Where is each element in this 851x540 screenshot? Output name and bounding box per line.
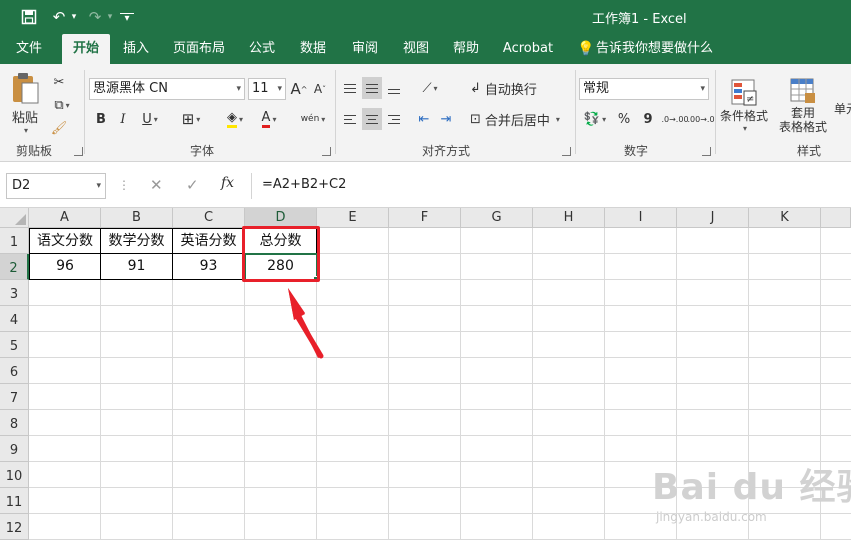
accounting-format-button[interactable]: 💱 ▾ [580, 108, 610, 130]
cut-icon[interactable]: ✂ [48, 72, 70, 92]
chevron-down-icon: ▾ [700, 84, 705, 94]
watermark-url: jingyan.baidu.com [656, 510, 767, 524]
currency-icon: 💱 [583, 111, 601, 127]
top-align-button[interactable] [340, 77, 360, 99]
fill-bucket-icon: ◈ [226, 110, 237, 128]
grow-font-button[interactable]: A ^ [290, 78, 308, 100]
merge-center-button[interactable]: ⊡ 合并后居中 ▾ [470, 108, 570, 130]
clipboard-launcher-icon[interactable] [74, 147, 83, 156]
chevron-down-icon: ▾ [96, 181, 101, 191]
redo-icon[interactable]: ↷ [84, 6, 106, 28]
chevron-down-icon: ▾ [236, 84, 241, 94]
orientation-icon: ⟋ [422, 80, 432, 96]
percent-style-button[interactable]: % [614, 108, 634, 130]
chevron-down-icon: ▾ [742, 124, 747, 133]
insert-function-icon[interactable]: fx [221, 175, 234, 191]
paste-dropdown-icon[interactable]: ▾ [24, 126, 28, 135]
middle-align-button[interactable] [362, 77, 382, 99]
styles-group-label: 样式 [797, 144, 822, 158]
lightbulb-icon: 💡 [577, 41, 595, 57]
shrink-font-button[interactable]: Aˇ [311, 78, 329, 100]
undo-icon[interactable]: ↶ [48, 6, 70, 28]
tab-help[interactable]: 帮助 [446, 34, 486, 64]
borders-icon: ⊞ [181, 110, 195, 128]
tell-me-search[interactable]: 告诉我你想要做什么 [596, 34, 713, 64]
ribbon-home: 粘贴 ▾ ✂ ⧉ ▾ 🖌 剪贴板 思源黑体 CN ▾ 11 ▾ A ^ Aˇ B I U… [0, 64, 851, 162]
redo-dropdown-icon[interactable]: ▾ [104, 6, 116, 28]
font-group-label: 字体 [190, 144, 215, 158]
merge-cells-icon: ⊡ [470, 111, 481, 127]
save-icon[interactable] [16, 6, 42, 28]
number-launcher-icon[interactable] [702, 147, 711, 156]
underline-button[interactable]: U ▾ [136, 108, 164, 130]
tab-file[interactable]: 文件 [8, 34, 50, 64]
tab-home[interactable]: 开始 [62, 34, 110, 64]
number-format-select[interactable]: 常规 ▾ [579, 78, 709, 100]
number-group-label: 数字 [624, 144, 649, 158]
conditional-formatting-button[interactable]: ≠ 条件格式 ▾ [718, 70, 770, 140]
alignment-launcher-icon[interactable] [562, 147, 571, 156]
align-left-button[interactable] [340, 108, 360, 130]
decrease-decimal-button[interactable]: .00→.0 [687, 108, 714, 130]
format-painter-icon[interactable]: 🖌 [48, 118, 70, 138]
font-name-select[interactable]: 思源黑体 CN ▾ [89, 78, 245, 100]
formula-input[interactable]: =A2+B2+C2 [251, 173, 851, 199]
ribbon-tabs: 文件 开始 插入 页面布局 公式 数据 审阅 视图 帮助 Acrobat 💡 告… [0, 34, 851, 64]
align-center-button[interactable] [362, 108, 382, 130]
tab-data[interactable]: 数据 [292, 34, 334, 64]
cell-styles-button[interactable]: 单元 [834, 98, 851, 118]
font-color-button[interactable]: A ▾ [254, 108, 284, 130]
format-as-table-icon [790, 78, 815, 103]
formula-bar-drag-handle[interactable]: ⋮ [118, 178, 130, 192]
italic-button[interactable]: I [114, 108, 132, 130]
tab-page-layout[interactable]: 页面布局 [168, 34, 230, 64]
paste-button[interactable]: 粘贴 ▾ [8, 70, 42, 136]
customize-quick-access-icon[interactable]: ▾ [120, 13, 134, 24]
tab-review[interactable]: 审阅 [344, 34, 386, 64]
bold-button[interactable]: B [92, 108, 110, 130]
svg-text:≠: ≠ [746, 94, 754, 105]
worksheet-grid[interactable]: A B C D E F G H I J K 1 2 3 4 5 6 7 8 9 … [0, 208, 851, 540]
phonetic-guide-button[interactable]: wén ▾ [296, 108, 330, 130]
conditional-formatting-icon: ≠ [731, 79, 757, 106]
decrease-indent-icon[interactable]: ⇤ [414, 108, 434, 130]
wrap-text-button[interactable]: ↲ 自动换行 [470, 77, 542, 99]
copy-icon[interactable]: ⧉ ▾ [46, 95, 78, 115]
window-title: 工作簿1 - Excel [592, 12, 687, 27]
undo-dropdown-icon[interactable]: ▾ [68, 6, 80, 28]
tab-insert[interactable]: 插入 [114, 34, 158, 64]
baidu-jingyan-watermark: Bai du 经验 jingyan.baidu.com [652, 458, 851, 528]
font-size-select[interactable]: 11 ▾ [248, 78, 286, 100]
paste-icon [13, 73, 39, 104]
orientation-button[interactable]: ⟋ ▾ [414, 77, 446, 99]
clipboard-group-label: 剪贴板 [16, 144, 53, 158]
cancel-icon[interactable]: ✕ [150, 176, 163, 194]
align-right-button[interactable] [384, 108, 404, 130]
increase-indent-icon[interactable]: ⇥ [436, 108, 456, 130]
enter-icon[interactable]: ✓ [186, 176, 199, 194]
increase-decimal-button[interactable]: .0→.00 [661, 108, 688, 130]
chevron-down-icon: ▾ [277, 84, 282, 94]
tab-view[interactable]: 视图 [396, 34, 436, 64]
fill-color-button[interactable]: ◈ ▾ [220, 108, 250, 130]
formula-bar: D2 ▾ ⋮ ✕ ✓ fx =A2+B2+C2 [0, 162, 851, 208]
alignment-group-label: 对齐方式 [422, 144, 471, 158]
comma-style-button[interactable]: 9 [638, 108, 658, 130]
tab-acrobat[interactable]: Acrobat [498, 34, 558, 64]
name-box[interactable]: D2 ▾ [6, 173, 106, 199]
format-as-table-button[interactable]: 套用 表格格式 [772, 70, 834, 140]
tab-formulas[interactable]: 公式 [242, 34, 282, 64]
watermark-brand: Bai du 经验 [652, 467, 851, 508]
title-bar: ↶ ▾ ↷ ▾ ▾ 工作簿1 - Excel [0, 0, 851, 34]
bottom-align-button[interactable] [384, 77, 404, 99]
borders-button[interactable]: ⊞ ▾ [176, 108, 206, 130]
font-launcher-icon[interactable] [322, 147, 331, 156]
wrap-text-icon: ↲ [470, 80, 481, 96]
